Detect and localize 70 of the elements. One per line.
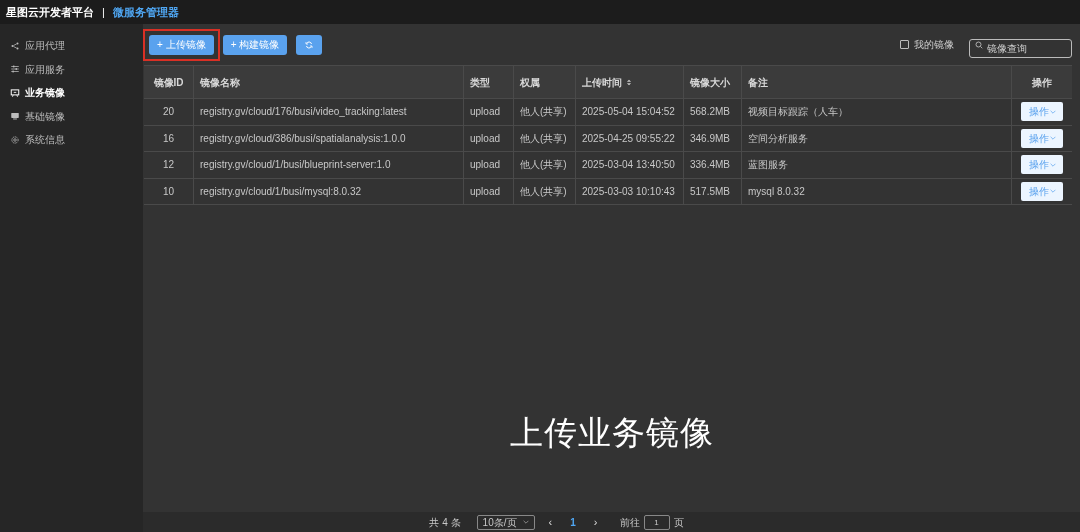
- page-input[interactable]: 1: [643, 514, 670, 530]
- next-page-button[interactable]: ›: [587, 513, 604, 531]
- table-cell-text: 336.4MB: [690, 158, 731, 173]
- sidebar-item[interactable]: 应用代理: [0, 36, 143, 55]
- video-subtitle: 上传业务镜像: [509, 412, 714, 453]
- search-icon: [975, 40, 983, 49]
- page-size-select[interactable]: 10条/页: [476, 514, 535, 530]
- app-subtitle: 微服务管理器: [112, 4, 179, 20]
- page-number[interactable]: 1: [566, 514, 580, 530]
- table-cell-text: 他人(共享): [520, 105, 567, 120]
- chevron-down-icon: [1049, 162, 1056, 167]
- total-count: 共 4 条: [429, 515, 461, 530]
- chevron-down-icon: [1049, 189, 1056, 194]
- table-cell-text: 他人(共享): [520, 184, 567, 199]
- refresh-button[interactable]: [296, 34, 323, 55]
- table-cell-text: 12: [162, 158, 175, 173]
- title-separator: |: [101, 4, 106, 20]
- table-cell-text: 2025-04-25 09:55:22: [582, 131, 675, 146]
- table-cell-text: registry.gv/cloud/176/busi/video_tracking:latest: [200, 105, 407, 120]
- chevron-down-icon: [1049, 109, 1056, 114]
- table-cell-text: upload: [470, 105, 501, 120]
- table-cell-text: 568.2MB: [690, 105, 731, 120]
- sidebar-item[interactable]: 应用服务: [0, 59, 143, 79]
- chevron-down-icon: [522, 520, 529, 524]
- table-cell-text: mysql 8.0.32: [748, 184, 805, 199]
- table-cell-text: 2025-03-03 10:10:43: [582, 184, 675, 199]
- table-cell-text: 10: [162, 184, 175, 199]
- column-header: 类型: [470, 75, 490, 90]
- sliders-icon: [10, 64, 20, 74]
- table-cell-text: 16: [162, 131, 175, 146]
- previous-page-button[interactable]: ‹: [542, 513, 559, 531]
- monitor-icon: [10, 111, 20, 121]
- table-cell-text: 20: [162, 105, 175, 120]
- table-cell-text: 他人(共享): [520, 131, 567, 146]
- table-cell-text: registry.gv/cloud/1/busi/mysql:8.0.32: [200, 184, 361, 199]
- chevron-down-icon: [1049, 136, 1056, 141]
- checkbox[interactable]: [900, 40, 909, 49]
- column-header: 镜像大小: [690, 75, 730, 90]
- table-cell-text: 视频目标跟踪（人车）: [748, 105, 848, 120]
- goto-label: 前往: [619, 515, 640, 530]
- column-header[interactable]: 上传时间: [582, 74, 622, 90]
- table-cell-text: 517.5MB: [690, 184, 731, 199]
- table-cell-text: 2025-03-04 13:40:50: [582, 158, 675, 173]
- column-header: 镜像ID: [153, 75, 184, 90]
- sort-icon[interactable]: [626, 78, 632, 86]
- share-icon: [10, 40, 20, 51]
- table-cell-text: 他人(共享): [520, 158, 567, 173]
- column-header: 操作: [1032, 75, 1052, 90]
- sidebar-item[interactable]: 系统信息: [0, 130, 143, 149]
- search-field[interactable]: 镜像查询: [969, 39, 1072, 58]
- table-cell-text: upload: [470, 184, 501, 199]
- table-cell-text: 2025-05-04 15:04:52: [582, 105, 675, 120]
- sidebar-item[interactable]: 基础镜像: [0, 106, 143, 126]
- refresh-icon: [305, 40, 314, 49]
- table-cell-text: upload: [470, 158, 501, 173]
- settings-icon: [10, 134, 20, 145]
- presentation-board-icon: [10, 87, 20, 98]
- table-cell-text: registry.gv/cloud/1/busi/blueprint-server:1.0: [200, 158, 391, 173]
- app-title: 星图云开发者平台: [6, 4, 94, 20]
- sidebar-item[interactable]: 业务镜像: [0, 83, 143, 102]
- column-header: 镜像名称: [200, 75, 240, 90]
- column-header: 权属: [520, 75, 540, 90]
- table-cell-text: 空间分析服务: [748, 131, 808, 146]
- table-cell-text: registry.gv/cloud/386/busi/spatialanalysis:1.0.0: [200, 131, 406, 146]
- table-cell-text: upload: [470, 131, 501, 146]
- table-cell-text: 346.9MB: [690, 131, 731, 146]
- column-header: 备注: [748, 75, 768, 90]
- checkbox-label: 我的镜像: [914, 38, 954, 52]
- table-cell-text: 蓝图服务: [748, 158, 788, 173]
- goto-suffix: 页: [673, 515, 684, 530]
